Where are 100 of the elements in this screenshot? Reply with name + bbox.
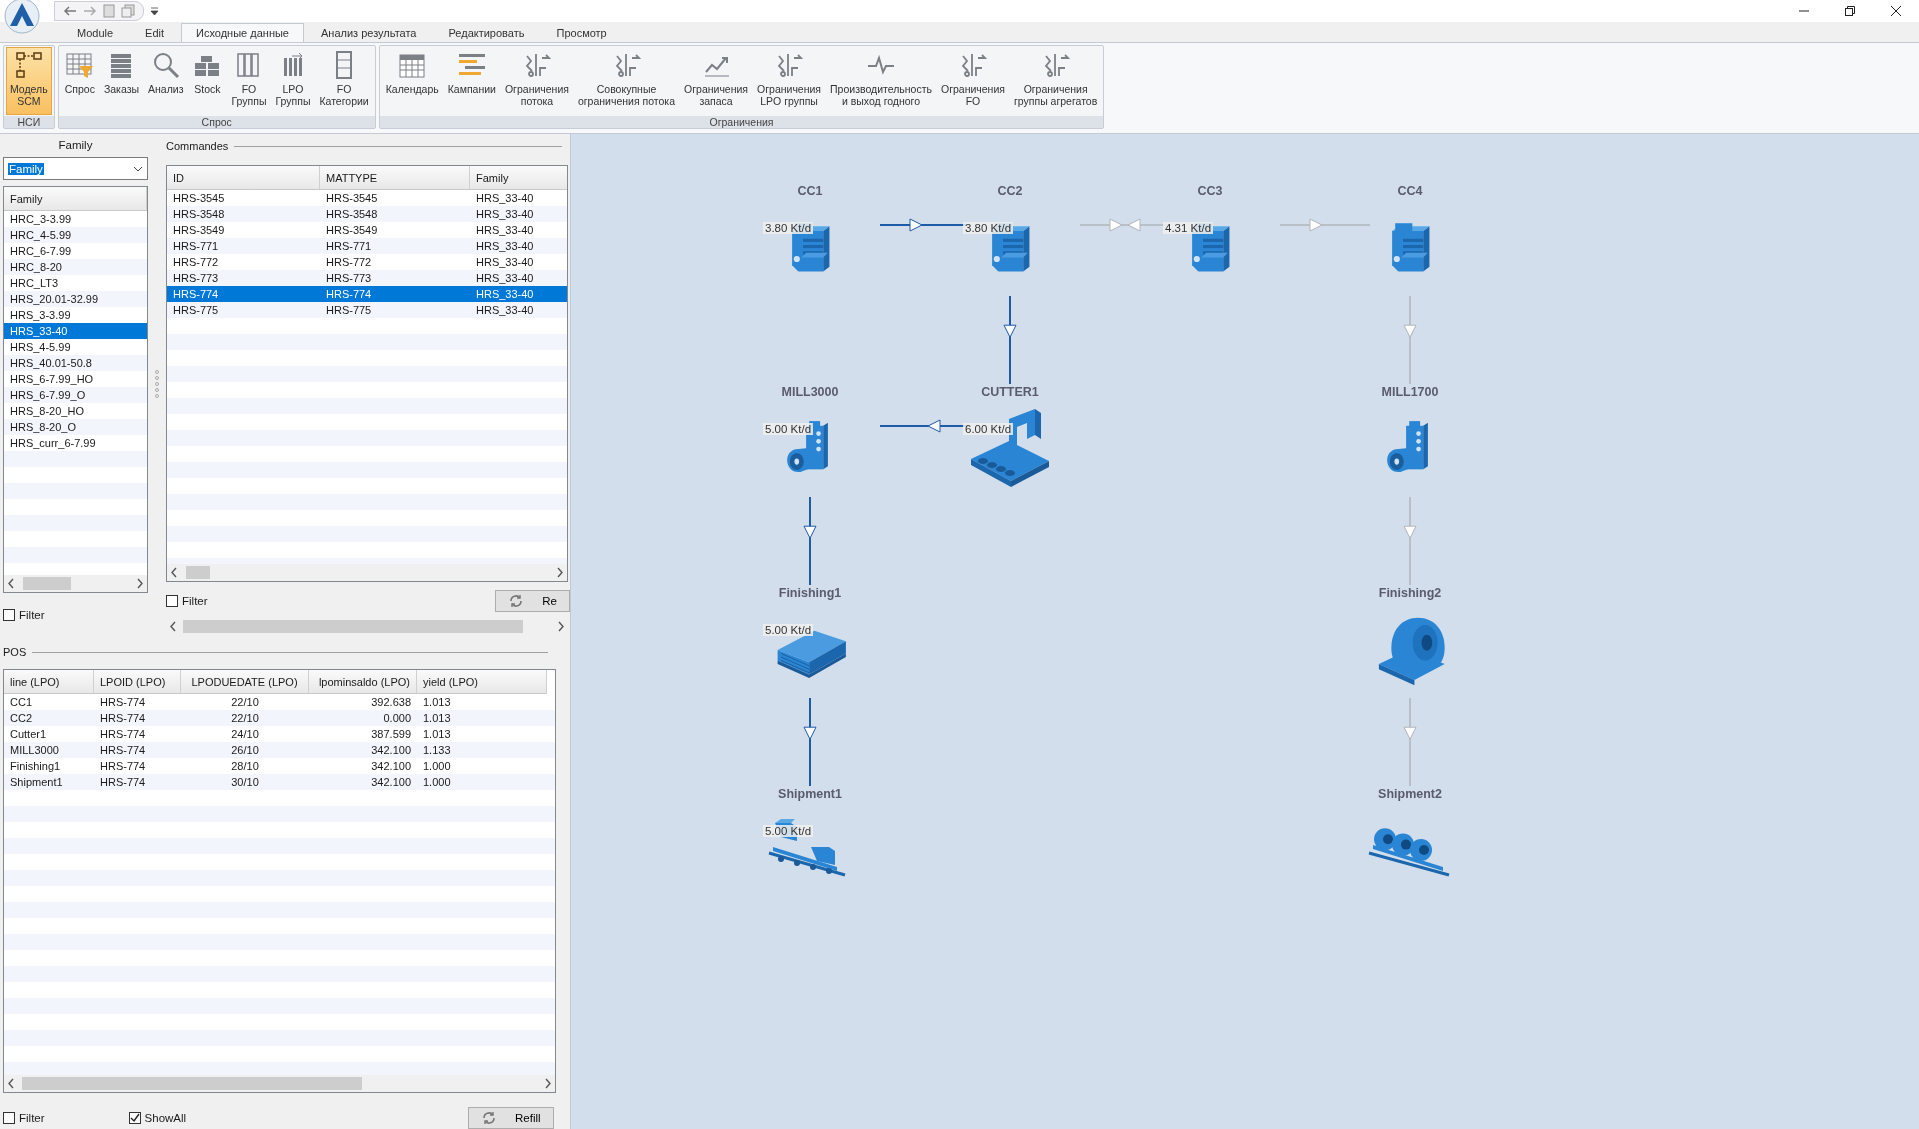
column-header[interactable]: yield (LPO) [417, 670, 547, 694]
family-dropdown[interactable]: Family [3, 157, 148, 180]
list-item[interactable]: HRS_8-20_HO [4, 403, 147, 419]
menu-tab[interactable]: Module [62, 23, 129, 42]
ribbon-button[interactable]: Спрос [60, 47, 99, 115]
menu-tab[interactable]: Edit [130, 23, 180, 42]
panel-title: POS [3, 646, 27, 658]
ribbon-button[interactable]: Stock [188, 47, 227, 115]
table-cell-text: HRS-775 [325, 303, 373, 318]
column-header[interactable]: lpominsaldo (LPO) [309, 670, 417, 694]
column-header[interactable]: LPOID (LPO) [94, 670, 181, 694]
list-item[interactable]: HRS_4-5.99 [4, 339, 147, 355]
refresh-button[interactable]: Re [495, 590, 570, 612]
ribbon-button[interactable]: Ограничения группы агрегатов [1009, 47, 1102, 115]
checkbox[interactable]: ShowAll [128, 1112, 187, 1124]
table-cell-text: HRS-774 [325, 287, 373, 302]
table-row[interactable]: Shipment1 HRS-774 30/10 342.100 1.000 [4, 774, 555, 790]
checkbox[interactable]: Filter [3, 1112, 45, 1124]
documents-icon[interactable] [121, 4, 135, 18]
table-cell-text: Finishing1 [9, 759, 62, 774]
checkbox[interactable]: Filter [3, 609, 148, 621]
column-header[interactable]: MATTYPE [320, 166, 470, 190]
ribbon-button[interactable]: Заказы [99, 47, 143, 115]
horizontal-scrollbar[interactable] [4, 575, 147, 592]
menu-tab[interactable]: Просмотр [541, 23, 622, 42]
checkbox[interactable]: Filter [166, 595, 208, 607]
table-cell-text: 26/10 [230, 743, 260, 758]
list-item[interactable]: HRC_8-20 [4, 259, 147, 275]
list-item[interactable]: HRS_6-7.99_O [4, 387, 147, 403]
scroll-thumb[interactable] [22, 1077, 362, 1090]
capacity-label: 5.00 Kt/d [763, 423, 814, 435]
table-row[interactable]: HRS-3548 HRS-3548 HRS_33-40 [167, 206, 567, 222]
ribbon-button[interactable]: Совокупные ограничения потока [573, 47, 680, 115]
ribbon-button[interactable]: Производительность и выход годного [826, 47, 936, 115]
table-row[interactable]: HRS-3545 HRS-3545 HRS_33-40 [167, 190, 567, 206]
column-header[interactable]: ID [167, 166, 320, 190]
node-label: CC1 [797, 184, 823, 200]
undo-icon[interactable] [63, 5, 77, 17]
list-item[interactable]: HRS_40.01-50.8 [4, 355, 147, 371]
refresh-icon [481, 1110, 497, 1126]
redo-icon[interactable] [83, 5, 97, 17]
table-row[interactable]: HRS-775 HRS-775 HRS_33-40 [167, 302, 567, 318]
dropdown-caret-icon[interactable] [150, 6, 159, 16]
column-header[interactable]: line (LPO) [4, 670, 94, 694]
list-item[interactable]: HRC_4-5.99 [4, 227, 147, 243]
list-item[interactable]: HRS_33-40 [4, 323, 147, 339]
horizontal-scrollbar[interactable] [4, 1075, 555, 1092]
table-cell-text: HRS-3548 [325, 207, 379, 222]
ribbon-button[interactable]: Анализ [144, 47, 188, 115]
panel-title: Commandes [166, 140, 229, 152]
ribbon-button[interactable]: FO Категории [315, 47, 373, 115]
ribbon-button[interactable]: Календарь [381, 47, 443, 115]
capacity-label: 5.00 Kt/d [763, 624, 814, 636]
node-label: CUTTER1 [981, 385, 1039, 401]
ribbon-button[interactable]: FO Группы [227, 47, 271, 115]
list-item[interactable]: HRS_curr_6-7.99 [4, 435, 147, 451]
close-icon [1891, 6, 1901, 16]
list-item[interactable]: HRC_3-3.99 [4, 211, 147, 227]
list-item[interactable]: HRC_6-7.99 [4, 243, 147, 259]
list-item[interactable]: HRS_8-20_O [4, 419, 147, 435]
list-item[interactable]: HRS_20.01-32.99 [4, 291, 147, 307]
table-row[interactable]: Cutter1 HRS-774 24/10 387.599 1.013 [4, 726, 555, 742]
column-header[interactable]: Family [470, 166, 567, 190]
scroll-thumb[interactable] [23, 577, 71, 590]
table-row[interactable]: CC1 HRS-774 22/10 392.638 1.013 [4, 694, 555, 710]
table-cell-text: 1.000 [422, 759, 452, 774]
table-cell-text: 0.000 [382, 711, 412, 726]
menu-tab[interactable]: Анализ результата [306, 23, 432, 42]
list-item[interactable]: HRC_LT3 [4, 275, 147, 291]
list-item[interactable]: HRS_6-7.99_HO [4, 371, 147, 387]
scroll-thumb[interactable] [183, 620, 523, 633]
scroll-thumb[interactable] [186, 566, 210, 579]
table-row[interactable]: HRS-3549 HRS-3549 HRS_33-40 [167, 222, 567, 238]
refill-button[interactable]: Refill [468, 1107, 554, 1129]
table-row[interactable]: MILL3000 HRS-774 26/10 342.100 1.133 [4, 742, 555, 758]
table-row[interactable]: HRS-771 HRS-771 HRS_33-40 [167, 238, 567, 254]
ribbon-button[interactable]: Модель SCM [6, 47, 52, 115]
ribbon-button[interactable]: LPO Группы [271, 47, 315, 115]
table-row[interactable]: HRS-772 HRS-772 HRS_33-40 [167, 254, 567, 270]
column-header[interactable]: Family [4, 187, 147, 211]
splitter-grip[interactable] [154, 369, 160, 399]
menu-tab[interactable]: Исходные данные [181, 23, 304, 42]
document-icon[interactable] [103, 4, 115, 18]
ribbon-button[interactable]: Кампании [443, 47, 500, 115]
capacity-label: 5.00 Kt/d [763, 825, 814, 837]
ribbon-button[interactable]: Ограничения запаса [680, 47, 753, 115]
table-row[interactable]: HRS-774 HRS-774 HRS_33-40 [167, 286, 567, 302]
table-row[interactable]: Finishing1 HRS-774 28/10 342.100 1.000 [4, 758, 555, 774]
table-row[interactable]: HRS-773 HRS-773 HRS_33-40 [167, 270, 567, 286]
node-label: Shipment1 [778, 787, 842, 803]
ribbon-button[interactable]: Ограничения FO [936, 47, 1009, 115]
group-title: Спрос [58, 116, 375, 128]
column-header[interactable]: LPODUEDATE (LPO) [181, 670, 309, 694]
menu-tab[interactable]: Редактировать [433, 23, 540, 42]
list-item[interactable]: HRS_3-3.99 [4, 307, 147, 323]
ribbon-button[interactable]: Ограничения потока [500, 47, 573, 115]
table-cell-text: HRS-774 [99, 695, 147, 710]
horizontal-scrollbar[interactable] [167, 564, 567, 581]
ribbon-button[interactable]: Ограничения LPO группы [753, 47, 826, 115]
table-row[interactable]: CC2 HRS-774 22/10 0.000 1.013 [4, 710, 555, 726]
